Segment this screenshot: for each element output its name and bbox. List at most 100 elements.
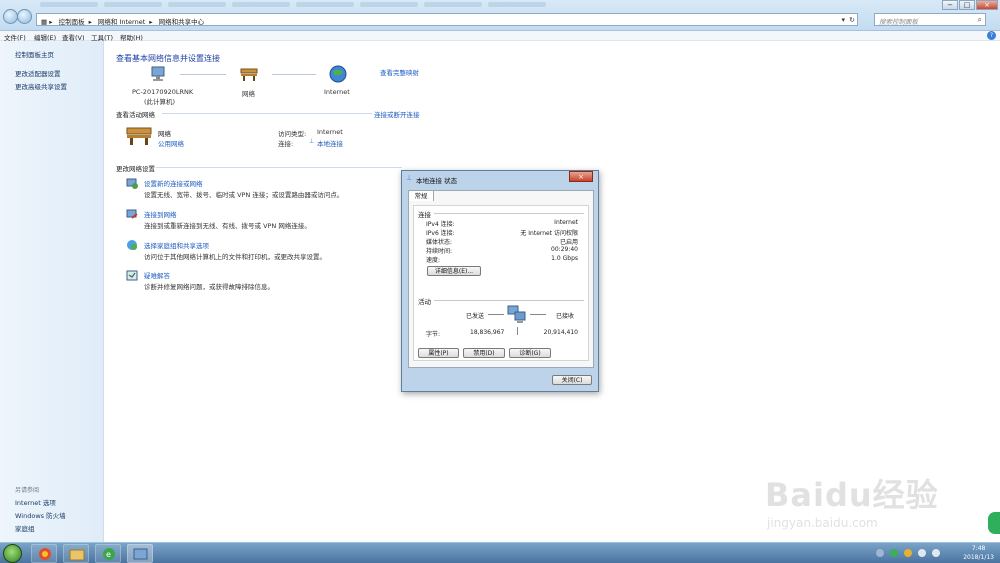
connect-network-icon [126,209,138,219]
watermark-logo-text: Baidu经验 [765,476,939,514]
close-window-button[interactable]: × [976,0,998,10]
properties-button[interactable]: 属性(P) [418,348,459,358]
taskbar-explorer[interactable] [63,544,89,563]
sidebar-change-adapter-settings[interactable]: 更改适配器设置 [15,68,61,78]
homegroup-icon [127,240,137,250]
local-connection-link[interactable]: 本地连接 [317,138,343,148]
search-input[interactable]: 搜索控制面板 ⌕ [874,13,986,26]
change-settings-header: 更改网络设置 [116,165,155,173]
refresh-icon[interactable]: ↻ [849,16,855,24]
tray-360-icon[interactable] [890,549,898,557]
pc-name-label: PC-20170920LRNK [132,88,194,96]
close-button[interactable]: 关闭(C) [552,375,592,385]
tray-volume-icon[interactable] [932,549,940,557]
network-node-label: 网络 [242,90,255,98]
setup-connection-icon [126,178,138,189]
search-icon[interactable]: ⌕ [978,15,982,25]
received-label: 已接收 [556,313,575,320]
breadcrumb-network-internet[interactable]: 网络和 Internet [98,18,145,26]
watermark-url: jingyan.baidu.com [767,516,878,530]
sidebar-internet-options[interactable]: Internet 选项 [15,497,56,507]
media-state-label: 媒体状态: [426,239,453,246]
active-network-name: 网络 [158,130,171,138]
search-placeholder: 搜索控制面板 [879,18,918,26]
public-network-link[interactable]: 公用网络 [158,138,184,148]
map-line-2 [272,74,316,75]
baidu-watermark: Baidu经验 jingyan.baidu.com [765,470,939,530]
see-also-label: 另请参阅 [15,487,40,494]
disable-button[interactable]: 禁用(D) [463,348,505,358]
dialog-close-x-button[interactable]: × [569,171,593,182]
help-icon[interactable]: ? [987,31,996,40]
sidebar-control-panel-home[interactable]: 控制面板主页 [15,49,54,59]
connection-group-label: 连接 [418,211,431,219]
connection-adapter-icon: ⊥ [309,137,315,145]
ipv6-value: 无 Internet 访问权限 [520,230,578,237]
troubleshoot-icon [126,270,138,281]
floating-green-tab[interactable] [988,512,1000,534]
public-network-bench-icon [126,127,152,145]
connections-label: 连接: [278,140,294,148]
speed-label: 速度: [426,257,441,264]
address-dropdown-icon[interactable]: ▾ [841,16,845,24]
forward-button[interactable] [17,9,32,24]
media-state-value: 已启用 [559,239,578,246]
pc-sub-label: (此计算机) [144,98,176,106]
tray-network-icon[interactable] [918,549,926,557]
view-full-map-link[interactable]: 查看完整映射 [380,67,419,77]
access-type-value: Internet [317,128,343,136]
received-line [530,314,546,315]
activity-computers-icon [507,305,526,323]
active-divider [162,113,372,114]
task-homegroup-link[interactable]: 选择家庭组和共享选项 [144,240,209,250]
dialog-title: 本地连接 状态 [416,177,458,185]
background-tabs [40,2,546,10]
details-button[interactable]: 详细信息(E)... [427,266,481,276]
back-button[interactable] [3,9,18,24]
taskbar-clock[interactable]: 7:48 2018/1/13 [963,544,994,562]
ipv4-value: Internet [554,219,578,226]
maximize-button[interactable]: □ [959,0,975,10]
start-button[interactable] [3,544,22,563]
taskbar-ie[interactable]: e [95,544,121,563]
address-bar[interactable]: ▦ ▸ 控制面板 ▸ 网络和 Internet ▸ 网络和共享中心 ▾ ↻ [36,13,858,26]
internet-node-label: Internet [324,88,350,96]
sidebar-change-advanced-sharing[interactable]: 更改高级共享设置 [15,81,67,91]
task-connect-network-desc: 连接到或重新连接到无线、有线、拨号或 VPN 网络连接。 [144,222,311,230]
sent-line [488,314,504,315]
access-type-label: 访问类型: [278,130,307,138]
minimize-button[interactable]: − [942,0,958,10]
sidebar-homegroup[interactable]: 家庭组 [15,523,35,533]
breadcrumb-network-sharing-center[interactable]: 网络和共享中心 [159,18,205,26]
globe-icon [329,65,347,83]
task-troubleshoot-desc: 诊断并修复网络问题，或获得故障排除信息。 [144,283,274,291]
dialog-network-icon: ⊥ [406,174,413,182]
breadcrumb-control-panel[interactable]: 控制面板 [59,18,85,26]
clock-date: 2018/1/13 [963,554,994,561]
breadcrumb: ▦ ▸ 控制面板 ▸ 网络和 Internet ▸ 网络和共享中心 [41,18,205,26]
task-setup-connection-link[interactable]: 设置新的连接或网络 [144,178,203,188]
duration-value: 00:29:40 [551,246,578,253]
ipv4-label: IPv4 连接: [426,221,455,228]
activity-group-line [434,300,584,301]
task-connect-network-link[interactable]: 连接到网络 [144,209,177,219]
svg-text:e: e [106,550,111,559]
sidebar-windows-firewall[interactable]: Windows 防火墙 [15,510,66,520]
connect-disconnect-link[interactable]: 连接或断开连接 [374,109,420,119]
sent-label: 已发送 [466,313,485,320]
taskbar-network-window[interactable] [127,544,153,563]
dialog-content: 连接 IPv4 连接: Internet IPv6 连接: 无 Internet… [413,205,589,361]
tab-general[interactable]: 常规 [408,190,434,201]
tray-arrow-icon[interactable] [876,549,884,557]
map-line-1 [180,74,226,75]
window-titlebar: − □ × ▦ ▸ 控制面板 ▸ 网络和 Internet ▸ 网络和共享中心 ▾ … [0,0,1000,31]
duration-label: 持续时间: [426,248,453,255]
control-panel-icon: ▦ ▸ [41,18,53,26]
task-troubleshoot-link[interactable]: 疑难解答 [144,270,170,280]
taskbar-360-browser[interactable] [31,544,57,563]
bytes-label: 字节: [426,331,441,338]
tray-shield-icon[interactable] [904,549,912,557]
computer-icon [151,66,165,81]
connection-group-line [434,213,584,214]
diagnose-button[interactable]: 诊断(G) [509,348,551,358]
